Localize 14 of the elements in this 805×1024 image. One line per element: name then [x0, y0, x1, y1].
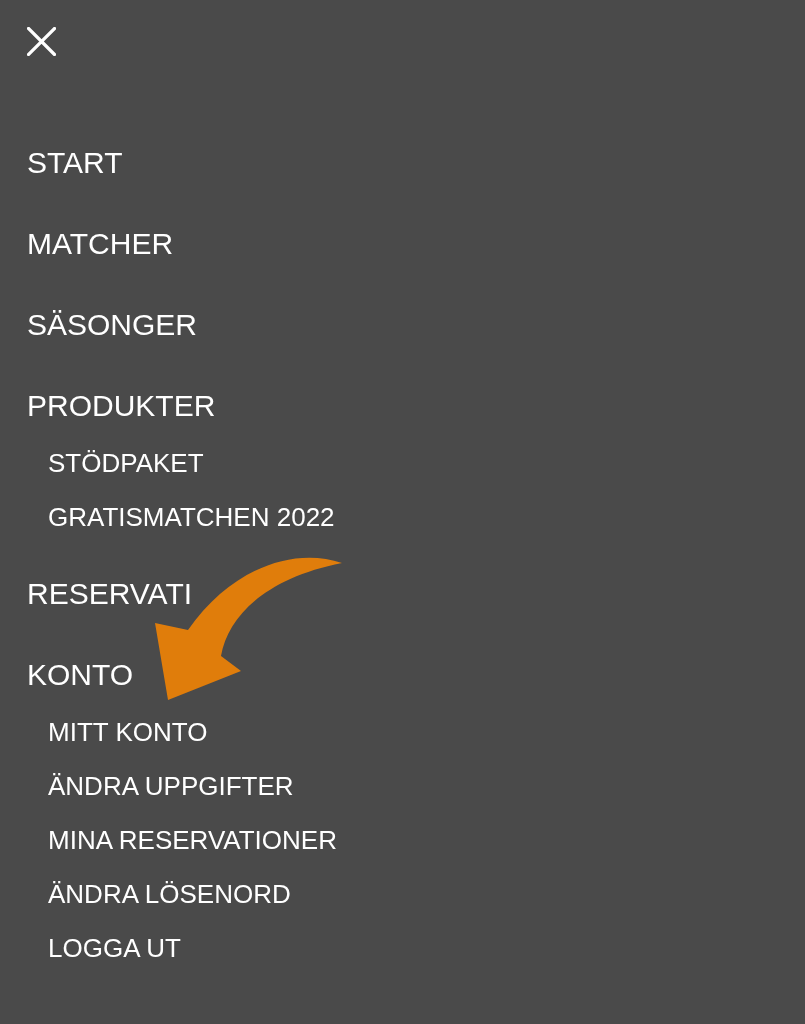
menu-item[interactable]: PRODUKTER [27, 391, 216, 421]
submenu-item[interactable]: MINA RESERVATIONER [48, 827, 337, 853]
submenu-item[interactable]: GRATISMATCHEN 2022 [48, 504, 335, 530]
submenu-item[interactable]: ÄNDRA LÖSENORD [48, 881, 291, 907]
submenu-item[interactable]: STÖDPAKET [48, 450, 204, 476]
menu-item[interactable]: RESERVATI [27, 579, 193, 609]
menu-item[interactable]: MATCHER [27, 229, 174, 259]
menu-item[interactable]: SÄSONGER [27, 310, 198, 340]
close-icon[interactable] [27, 27, 56, 56]
submenu-item[interactable]: ÄNDRA UPPGIFTER [48, 773, 294, 799]
submenu-item[interactable]: LOGGA UT [48, 935, 181, 961]
menu-item[interactable]: START [27, 148, 123, 178]
menu-item[interactable]: KONTO [27, 660, 134, 690]
submenu-item[interactable]: MITT KONTO [48, 719, 208, 745]
